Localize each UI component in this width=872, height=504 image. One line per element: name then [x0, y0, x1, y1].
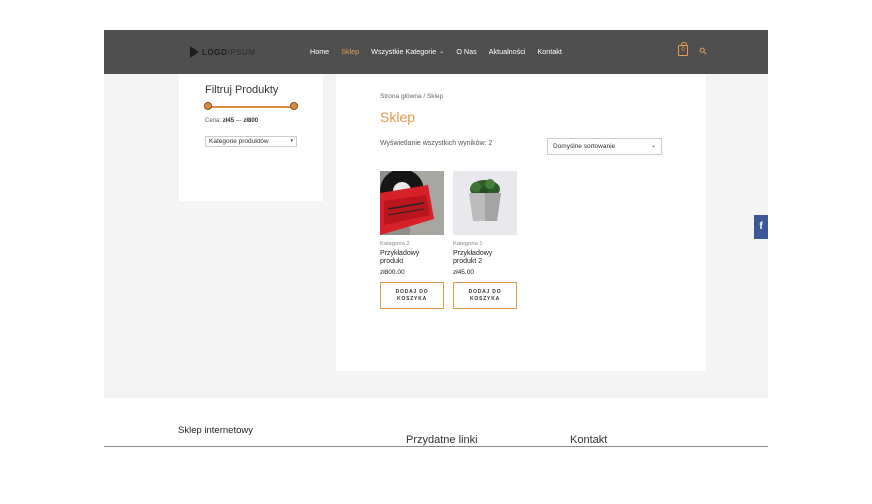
site-logo[interactable]: LOGOIPSUM	[190, 46, 255, 58]
logo-text: LOGOIPSUM	[202, 47, 256, 57]
add-to-cart-button[interactable]: DODAJ DO KOSZYKA	[453, 282, 517, 309]
product-image-art	[380, 171, 444, 235]
add-to-cart-button[interactable]: DODAJ DO KOSZYKA	[380, 282, 444, 309]
breadcrumb[interactable]: Strona główna / Sklep	[380, 93, 443, 100]
product-category[interactable]: Kategoria 2	[380, 241, 444, 247]
shop-main: Strona główna / Sklep Sklep Wyświetlanie…	[336, 74, 706, 371]
product-image-art	[453, 171, 517, 235]
chevron-down-icon: ⌄	[439, 49, 445, 55]
nav-item-wszystkie-kategorie[interactable]: Wszystkie Kategorie ⌄	[371, 47, 444, 56]
main-nav: Home Sklep Wszystkie Kategorie ⌄ O Nas Ak…	[310, 47, 574, 56]
nav-item-aktualnosci[interactable]: Aktualności	[489, 47, 526, 56]
product-name[interactable]: Przykładowy produkt	[380, 250, 444, 266]
footer-title-contact: Kontakt	[570, 434, 608, 446]
filter-title: Filtruj Produkty	[205, 84, 279, 96]
dropdown-arrow-icon: ▾	[290, 138, 293, 144]
price-slider-track[interactable]	[208, 106, 294, 108]
product-price: zł800.00	[380, 269, 405, 276]
nav-item-sklep[interactable]: Sklep	[341, 47, 359, 56]
product-price: zł45.00	[453, 269, 474, 276]
cart-icon[interactable]: 0	[678, 42, 688, 56]
product-card: Kategoria 2 Przykładowy produkt zł800.00…	[380, 171, 444, 309]
price-slider-min-handle[interactable]	[204, 102, 212, 110]
footer-title-links: Przydatne linki	[406, 434, 478, 446]
chevron-down-icon: ⌄	[650, 143, 656, 149]
footer-title-shop: Sklep internetowy	[178, 425, 253, 436]
nav-item-kontakt[interactable]: Kontakt	[537, 47, 561, 56]
page-title: Sklep	[380, 109, 416, 125]
page-frame: LOGOIPSUM Home Sklep Wszystkie Kategorie…	[104, 30, 768, 446]
product-card: Kategoria 1 Przykładowy produkt 2 zł45.0…	[453, 171, 517, 309]
results-count: Wyświetlanie wszystkich wyników: 2	[380, 140, 493, 147]
product-name[interactable]: Przykładowy produkt 2	[453, 250, 517, 266]
nav-item-home[interactable]: Home	[310, 47, 329, 56]
filter-sidebar: Filtruj Produkty Cena: zł45 — zł800 Kate…	[179, 74, 323, 201]
logo-mark-icon	[190, 46, 199, 58]
cart-count: 0	[681, 47, 685, 53]
divider	[104, 446, 768, 447]
product-image[interactable]	[453, 171, 517, 235]
site-footer: Sklep internetowy Przydatne linki Kontak…	[104, 398, 768, 446]
site-header: LOGOIPSUM Home Sklep Wszystkie Kategorie…	[104, 30, 768, 74]
product-image[interactable]	[380, 171, 444, 235]
search-icon[interactable]	[699, 47, 707, 55]
facebook-icon[interactable]: f	[754, 215, 768, 239]
price-range-label: Cena: zł45 — zł800	[205, 118, 259, 124]
product-category[interactable]: Kategoria 1	[453, 241, 517, 247]
nav-item-o-nas[interactable]: O Nas	[456, 47, 476, 56]
price-slider-max-handle[interactable]	[290, 102, 298, 110]
sort-select[interactable]: Domyślne sortowanie ⌄	[547, 138, 662, 155]
category-select[interactable]: Kategorie produktów ▾	[205, 136, 297, 147]
